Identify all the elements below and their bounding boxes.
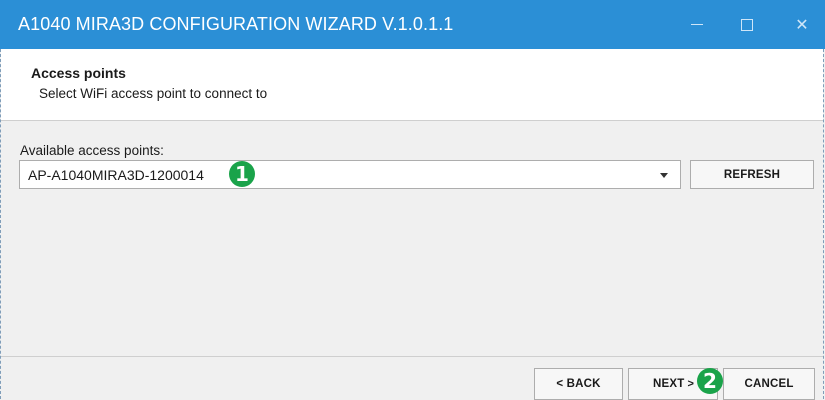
minimize-icon	[691, 24, 703, 25]
wizard-window: A1040 MIRA3D CONFIGURATION WIZARD V.1.0.…	[0, 0, 825, 400]
access-point-dropdown[interactable]: AP-A1040MIRA3D-1200014	[19, 160, 681, 189]
step-badge-1: 1	[229, 161, 255, 187]
page-subtitle: Select WiFi access point to connect to	[39, 86, 268, 101]
main-content: Available access points: AP-A1040MIRA3D-…	[1, 121, 823, 356]
cancel-button[interactable]: CANCEL	[723, 368, 815, 400]
back-button[interactable]: < BACK	[534, 368, 623, 400]
access-points-label: Available access points:	[20, 143, 164, 158]
step-badge-2: 2	[697, 368, 723, 394]
window-title: A1040 MIRA3D CONFIGURATION WIZARD V.1.0.…	[18, 14, 454, 34]
close-icon: ✕	[795, 16, 809, 34]
title-bar[interactable]: A1040 MIRA3D CONFIGURATION WIZARD V.1.0.…	[0, 0, 825, 49]
maximize-button[interactable]	[722, 0, 772, 49]
minimize-button[interactable]	[672, 0, 722, 49]
selected-access-point: AP-A1040MIRA3D-1200014	[28, 167, 204, 183]
window-right-border	[823, 49, 824, 399]
next-arrow-icon: >	[687, 378, 695, 390]
refresh-button[interactable]: REFRESH	[690, 160, 814, 189]
page-header: Access points Select WiFi access point t…	[1, 49, 823, 121]
next-label: NEXT	[653, 378, 685, 390]
maximize-icon	[741, 18, 753, 31]
footer-bar: < BACK NEXT > 2 CANCEL	[1, 356, 823, 400]
chevron-down-icon[interactable]	[660, 173, 668, 178]
page-title: Access points	[31, 65, 126, 81]
close-button[interactable]: ✕	[777, 0, 825, 49]
